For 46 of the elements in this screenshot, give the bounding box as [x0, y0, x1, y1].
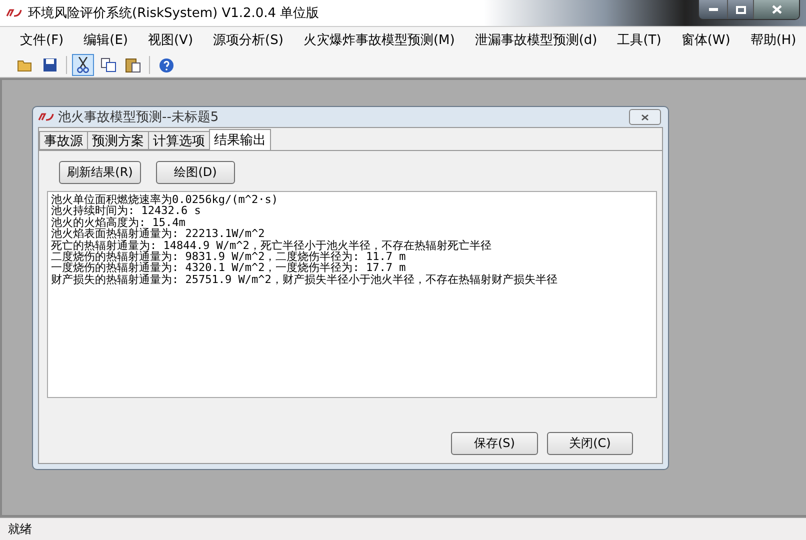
menu-item[interactable]: 泄漏事故模型预测(d): [464, 31, 608, 49]
refresh-button[interactable]: 刷新结果(R): [59, 161, 141, 184]
menu-item[interactable]: 视图(V): [138, 31, 204, 49]
menu-item[interactable]: 源项分析(S): [203, 31, 294, 49]
window-title: 池火事故模型预测--未标题5: [58, 109, 219, 126]
folder-icon: [17, 58, 33, 72]
close-button[interactable]: [629, 109, 661, 125]
logo-icon: [38, 113, 54, 121]
output-line: 二度烧伤的热辐射通量为: 9831.9 W/m^2，二度烧伤半径为: 11.7 m: [51, 251, 406, 262]
logo-icon: [6, 9, 22, 17]
tab[interactable]: 预测方案: [87, 131, 149, 150]
output-line: 池火持续时间为: 12432.6 s: [51, 205, 201, 217]
close-icon: [641, 114, 649, 120]
minimize-button[interactable]: [699, 0, 727, 19]
menu-item[interactable]: 帮助(H): [740, 31, 806, 49]
close-icon: [772, 5, 782, 14]
tab[interactable]: 事故源: [39, 131, 88, 150]
output-line: 一度烧伤的热辐射通量为: 4320.1 W/m^2，一度烧伤半径为: 17.7 m: [51, 262, 407, 274]
menu-item[interactable]: 工具(T): [607, 31, 672, 49]
maximize-icon: [736, 6, 746, 14]
output-line: 财产损失的热辐射通量为: 25751.9 W/m^2，财产损失半径小于池火半径，不存在热辐射财产损失半径: [51, 274, 558, 286]
tab[interactable]: 计算选项: [148, 131, 210, 150]
menu-item[interactable]: 编辑(E): [74, 31, 138, 49]
help-icon: [158, 58, 174, 72]
menu-item[interactable]: 窗体(W): [671, 31, 740, 49]
output-line: 池火焰表面热辐射通量为: 22213.1W/m^2: [51, 228, 266, 240]
minimize-icon: [708, 8, 718, 11]
window-title: 环境风险评价系统(RiskSystem) V1.2.0.4 单位版: [28, 5, 320, 22]
close-button[interactable]: [753, 0, 799, 19]
plot-button[interactable]: 绘图(D): [156, 161, 235, 184]
output-line: 池火单位面积燃烧速率为0.0256kg/(m^2·s): [51, 194, 279, 206]
output-line: 池火的火焰高度为: 15.4m: [51, 216, 186, 228]
maximize-button[interactable]: [727, 0, 753, 19]
close-button[interactable]: 关闭(C): [547, 432, 633, 455]
output-line: 死亡的热辐射通量为: 14844.9 W/m^2，死亡半径小于池火半径，不存在热辐射死亡半径: [51, 240, 492, 252]
scissors-icon: [77, 57, 89, 73]
menu-item[interactable]: 火灾爆炸事故模型预测(M): [293, 31, 465, 49]
output-text-area[interactable]: [47, 191, 657, 398]
copy-icon: [100, 58, 116, 72]
floppy-icon: [43, 58, 57, 72]
clipboard-icon: [125, 57, 141, 73]
toolbar-button[interactable]: [72, 54, 94, 76]
save-button[interactable]: 保存(S): [451, 432, 538, 455]
menu-item[interactable]: 文件(F): [10, 31, 74, 49]
tab[interactable]: 结果输出: [209, 129, 271, 150]
status-text: 就绪: [8, 520, 32, 538]
